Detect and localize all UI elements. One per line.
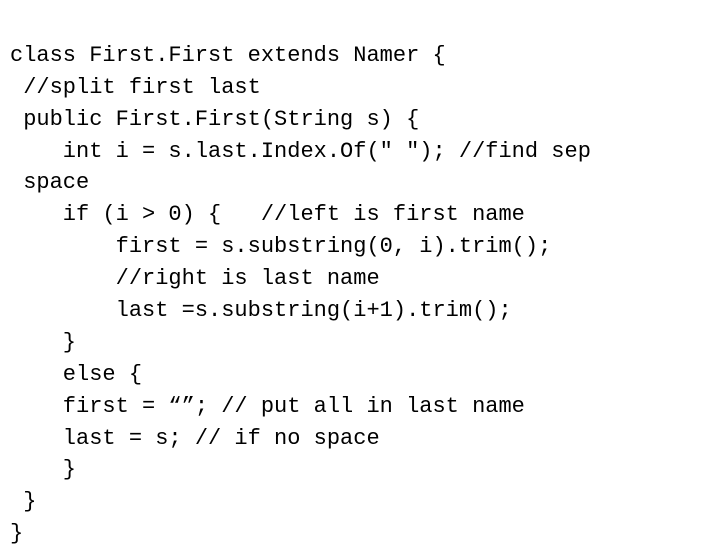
code-line: space (10, 170, 89, 195)
code-line: } (10, 521, 23, 546)
code-block: class First.First extends Namer { //spli… (0, 0, 720, 558)
code-line: if (i > 0) { //left is first name (10, 202, 525, 227)
code-line: int i = s.last.Index.Of(" "); //find sep (10, 139, 591, 164)
code-line: //right is last name (10, 266, 380, 291)
code-line: public First.First(String s) { (10, 107, 419, 132)
code-line: class First.First extends Namer { (10, 43, 446, 68)
code-line: } (10, 489, 36, 514)
code-line: //split first last (10, 75, 261, 100)
code-line: } (10, 457, 76, 482)
code-line: else { (10, 362, 142, 387)
code-line: first = “”; // put all in last name (10, 394, 525, 419)
code-line: last =s.substring(i+1).trim(); (10, 298, 512, 323)
code-line: first = s.substring(0, i).trim(); (10, 234, 551, 259)
code-line: last = s; // if no space (10, 426, 380, 451)
code-line: } (10, 330, 76, 355)
